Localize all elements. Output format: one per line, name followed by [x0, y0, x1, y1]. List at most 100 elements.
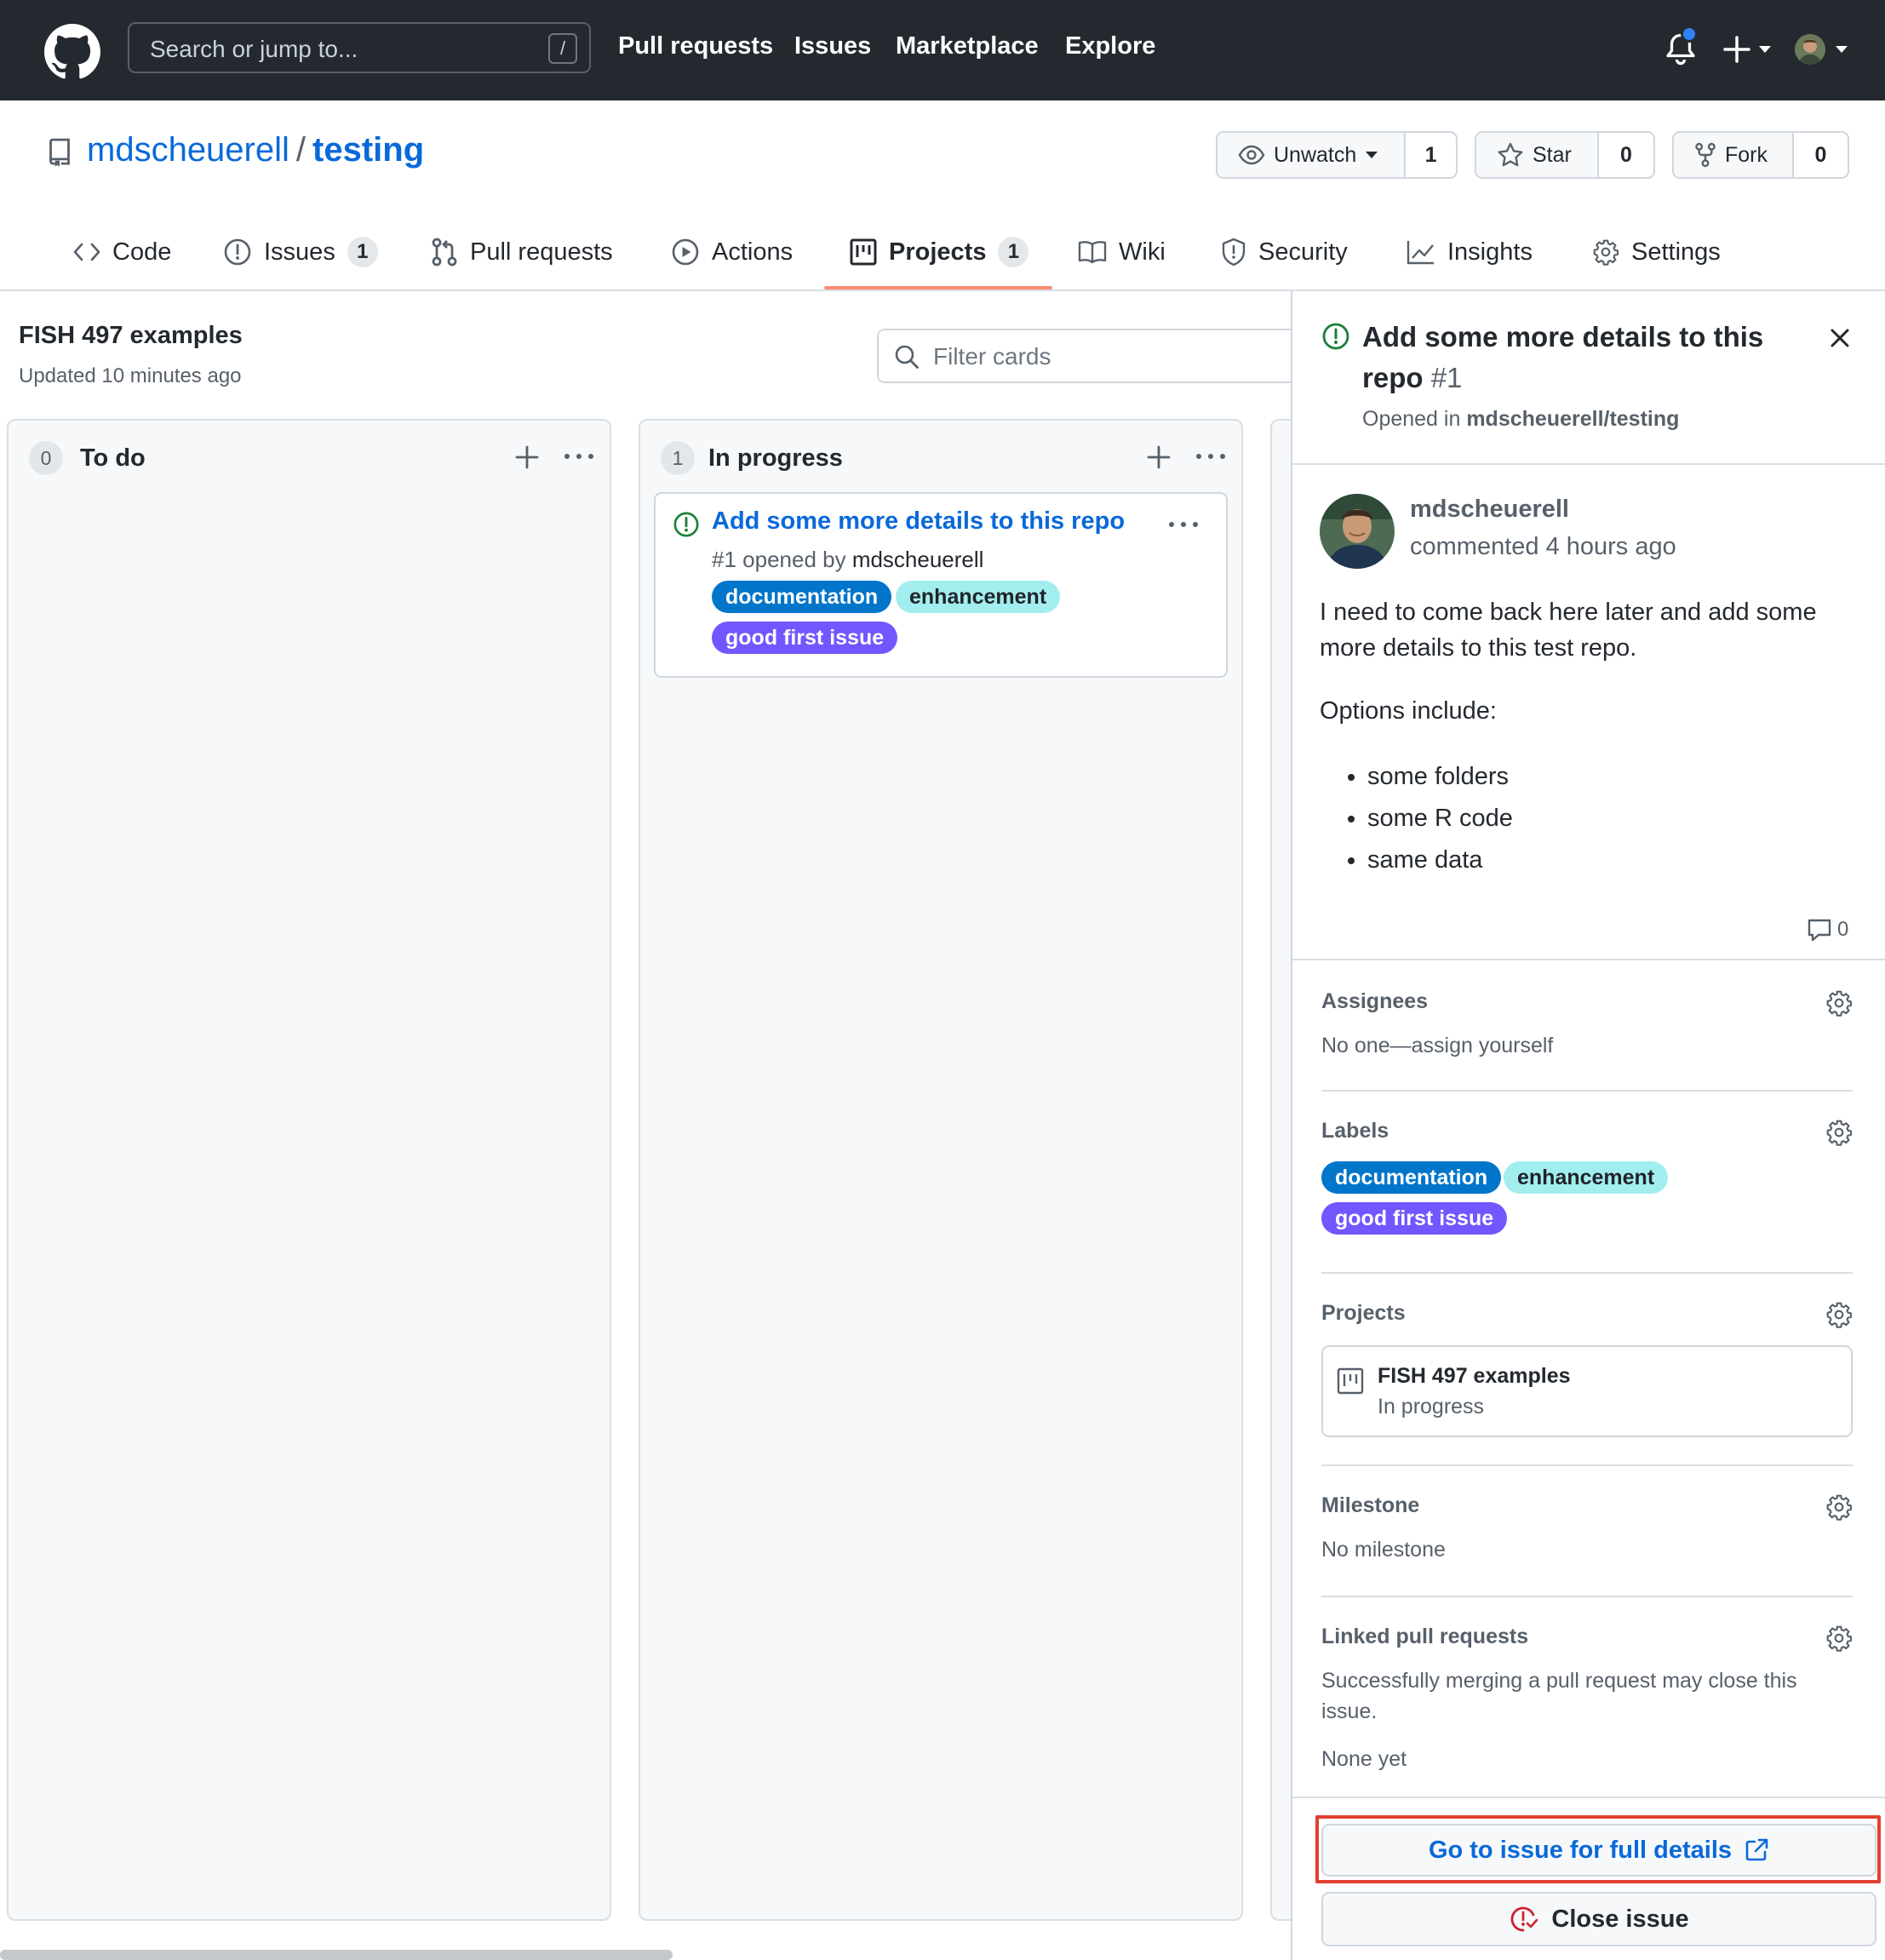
label-enhancement[interactable]: enhancement	[1504, 1161, 1669, 1194]
projects-heading: Projects	[1321, 1301, 1406, 1325]
repo-forked-icon	[1694, 142, 1716, 168]
column-kebab-menu-icon[interactable]	[1194, 450, 1228, 463]
linked-pull-requests-gear-icon[interactable]	[1825, 1625, 1853, 1652]
tab-security[interactable]: Security	[1221, 213, 1348, 291]
pane-divider	[1292, 1797, 1885, 1798]
column-kebab-menu-icon[interactable]	[562, 450, 596, 463]
github-logo-icon[interactable]	[44, 24, 100, 80]
linked-pull-requests-heading: Linked pull requests	[1321, 1625, 1529, 1648]
nav-issues[interactable]: Issues	[794, 32, 871, 60]
assignees-value[interactable]: No one—assign yourself	[1321, 1034, 1553, 1058]
nav-explore[interactable]: Explore	[1065, 32, 1155, 60]
tab-projects[interactable]: Projects 1	[850, 213, 1029, 291]
repo-title: mdscheuerell / testing	[87, 131, 424, 169]
add-card-plus-icon[interactable]	[1144, 443, 1173, 472]
fork-button-group: Fork 0	[1672, 131, 1849, 179]
go-to-issue-button[interactable]: Go to issue for full details	[1321, 1824, 1876, 1877]
close-issue-label: Close issue	[1551, 1905, 1689, 1933]
comment-author-link[interactable]: mdscheuerell	[1410, 496, 1569, 524]
pane-opened-repo-link[interactable]: mdscheuerell/testing	[1466, 407, 1679, 431]
pane-divider	[1292, 959, 1885, 960]
tab-insights[interactable]: Insights	[1407, 213, 1533, 291]
project-name: FISH 497 examples	[1378, 1364, 1571, 1388]
star-label: Star	[1533, 142, 1572, 167]
code-icon	[73, 242, 100, 262]
label-good-first-issue[interactable]: good first issue	[1321, 1202, 1508, 1235]
watchers-count[interactable]: 1	[1406, 133, 1456, 177]
fork-label: Fork	[1725, 142, 1768, 167]
star-button[interactable]: Star	[1476, 133, 1599, 177]
tab-code-label: Code	[112, 238, 172, 266]
add-card-plus-icon[interactable]	[513, 443, 541, 472]
milestone-value: No milestone	[1321, 1538, 1446, 1562]
comments-count[interactable]: 0	[1807, 918, 1848, 942]
gear-icon	[1592, 238, 1619, 266]
nav-marketplace[interactable]: Marketplace	[896, 32, 1039, 60]
chevron-down-icon	[1365, 151, 1378, 159]
tab-actions[interactable]: Actions	[671, 213, 793, 291]
search-icon	[894, 344, 920, 370]
chevron-down-icon[interactable]	[1834, 44, 1849, 54]
nav-pull-requests[interactable]: Pull requests	[618, 32, 773, 60]
tab-settings[interactable]: Settings	[1592, 213, 1721, 291]
label-documentation[interactable]: documentation	[712, 581, 892, 613]
tab-pull-requests[interactable]: Pull requests	[431, 213, 613, 291]
issues-counter: 1	[347, 237, 378, 267]
forks-count[interactable]: 0	[1793, 133, 1848, 177]
unwatch-label: Unwatch	[1274, 142, 1357, 167]
tab-issues[interactable]: Issues 1	[223, 213, 378, 291]
repo-nav-tabs: Code Issues 1 Pull requests Actions Proj…	[0, 213, 1885, 291]
label-documentation[interactable]: documentation	[1321, 1161, 1502, 1194]
git-pull-request-icon	[431, 238, 458, 266]
tab-pull-requests-label: Pull requests	[470, 238, 613, 266]
tab-wiki[interactable]: Wiki	[1078, 213, 1166, 291]
sidebar-divider	[1321, 1596, 1853, 1597]
tab-issues-label: Issues	[264, 238, 335, 266]
user-avatar-menu[interactable]	[1795, 34, 1825, 65]
comment-author-avatar[interactable]	[1320, 494, 1395, 569]
card-kebab-menu-icon[interactable]	[1166, 518, 1200, 531]
comment-list-item: some folders	[1367, 756, 1848, 798]
label-good-first-issue[interactable]: good first issue	[712, 622, 898, 654]
issue-card-title-link[interactable]: Add some more details to this repo	[712, 507, 1125, 536]
column-card-count: 0	[29, 441, 63, 475]
pane-issue-number: #1	[1430, 362, 1463, 393]
unread-notification-dot	[1681, 26, 1698, 43]
unwatch-button[interactable]: Unwatch	[1218, 133, 1407, 177]
repo-name-link[interactable]: testing	[312, 131, 424, 169]
assignees-gear-icon[interactable]	[1825, 989, 1853, 1017]
comment-timestamp: commented 4 hours ago	[1410, 533, 1676, 560]
column-name: To do	[80, 444, 146, 472]
project-column-status: In progress	[1378, 1395, 1485, 1418]
labels-heading: Labels	[1321, 1119, 1389, 1143]
issue-card-author-link[interactable]: mdscheuerell	[852, 547, 984, 572]
fork-button[interactable]: Fork	[1674, 133, 1794, 177]
project-card-link[interactable]: FISH 497 examples In progress	[1321, 1345, 1853, 1437]
labels-gear-icon[interactable]	[1825, 1119, 1853, 1146]
milestone-heading: Milestone	[1321, 1493, 1420, 1517]
global-search-input[interactable]: Search or jump to... /	[128, 22, 591, 73]
filter-cards-placeholder: Filter cards	[933, 343, 1051, 370]
repo-owner-link[interactable]: mdscheuerell	[87, 131, 289, 169]
close-pane-icon[interactable]	[1829, 327, 1851, 349]
comment-paragraph: Options include:	[1320, 697, 1497, 725]
sidebar-divider	[1321, 1272, 1853, 1274]
horizontal-scrollbar[interactable]	[0, 1950, 673, 1960]
close-issue-button[interactable]: Close issue	[1321, 1892, 1876, 1946]
filter-cards-input[interactable]: Filter cards	[877, 329, 1328, 383]
label-enhancement[interactable]: enhancement	[896, 581, 1061, 613]
issue-card[interactable]: Add some more details to this repo #1 op…	[654, 492, 1228, 678]
graph-icon	[1407, 239, 1435, 265]
project-column-todo: 0 To do	[7, 419, 611, 1921]
create-new-dropdown-icon[interactable]	[1723, 34, 1776, 65]
search-placeholder: Search or jump to...	[150, 36, 358, 62]
sidebar-divider	[1321, 1464, 1853, 1466]
repo-separator: /	[295, 131, 307, 169]
stars-count[interactable]: 0	[1599, 133, 1653, 177]
star-button-group: Star 0	[1475, 131, 1655, 179]
projects-gear-icon[interactable]	[1825, 1301, 1853, 1328]
tab-code[interactable]: Code	[73, 213, 171, 291]
linked-pull-requests-description: Successfully merging a pull request may …	[1321, 1669, 1797, 1693]
milestone-gear-icon[interactable]	[1825, 1493, 1853, 1521]
pane-issue-title-text: Add some more details to this repo	[1362, 321, 1764, 393]
